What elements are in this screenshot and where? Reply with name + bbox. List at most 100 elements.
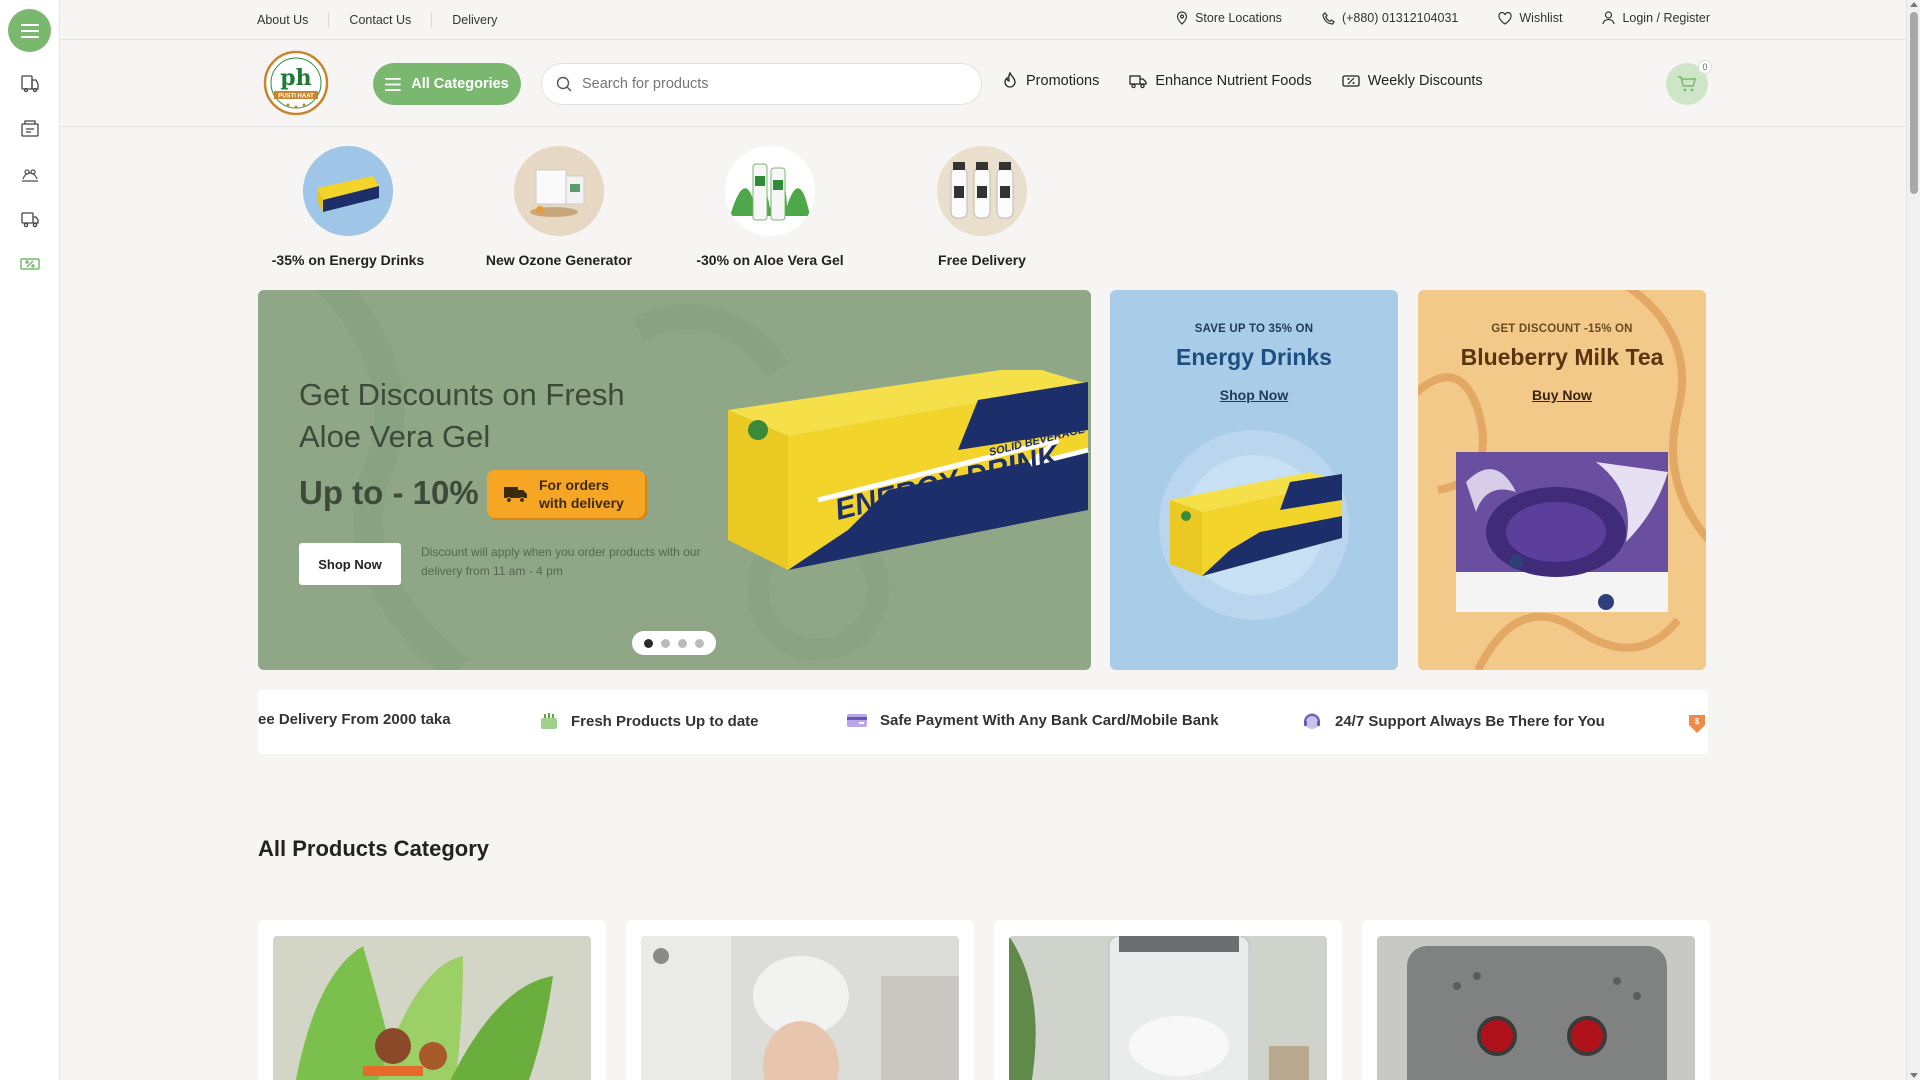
product-category-card-3[interactable] [994,920,1342,1080]
category-ozone-generator-image [514,146,604,236]
hero-banner: Get Discounts on Fresh Aloe Vera Gel Up … [258,290,1091,670]
contact-us-link[interactable]: Contact Us [329,12,433,28]
nav-promotions-label: Promotions [1026,72,1100,89]
category-free-delivery-image [937,146,1027,236]
promo-blueberry-image [1456,452,1668,612]
top-right-links: Store Locations (+880) 01312104031 Wishl… [1176,11,1710,25]
category-energy-drinks-label: -35% on Energy Drinks [271,252,425,268]
feature-discount-tag: $ [1686,711,1708,735]
promo-blueberry-title: Blueberry Milk Tea [1460,344,1664,370]
delivery-truck-icon [1129,75,1147,89]
nav-enhance-nutrient-foods[interactable]: Enhance Nutrient Foods [1129,72,1312,89]
flame-icon [1004,72,1016,88]
product-category-card-2[interactable] [626,920,974,1080]
site-logo[interactable]: ph PUSTI HAAT [260,47,332,119]
product-category-card-1[interactable] [258,920,606,1080]
category-free-delivery-label: Free Delivery [938,252,1026,268]
category-aloe-vera-gel[interactable]: -30% on Aloe Vera Gel [670,146,870,268]
fresh-basket-icon [541,713,557,729]
feature-safe-payment: Safe Payment With Any Bank Card/Mobile B… [846,711,1219,729]
feature-free-delivery: ee Delivery From 2000 taka [258,711,451,728]
wishlist-label: Wishlist [1519,11,1563,25]
hero-discount: Up to - 10% [299,474,479,511]
category-free-delivery[interactable]: Free Delivery [882,146,1082,268]
svg-text:$: $ [1695,717,1700,726]
category-energy-drinks[interactable]: -35% on Energy Drinks [248,146,448,268]
promo-energy-drinks-kicker: SAVE UP TO 35% ON [1194,323,1314,335]
slider-dot-1[interactable] [644,638,653,648]
search-box [541,63,982,105]
scrollbar-thumb[interactable] [1910,12,1918,194]
category-aloe-vera-gel-label: -30% on Aloe Vera Gel [696,252,844,268]
promo-blueberry-buy-now-link[interactable]: Buy Now [1532,387,1592,403]
login-register-link[interactable]: Login / Register [1602,11,1710,25]
hero-slider-dots [632,631,716,655]
features-strip: ee Delivery From 2000 taka Fresh Product… [258,690,1708,754]
rail-category-icon-1[interactable] [18,71,42,95]
search-input[interactable] [582,76,962,92]
hero-product-image: ENERGY DRINK SOLID BEVERAGE [728,370,1089,570]
hamburger-menu-button[interactable] [8,9,51,52]
svg-text:PUSTI HAAT: PUSTI HAAT [278,94,314,100]
product-category-card-4[interactable] [1362,920,1710,1080]
wishlist-link[interactable]: Wishlist [1498,11,1562,25]
login-register-label: Login / Register [1622,11,1710,25]
nav-weekly-discounts-label: Weekly Discounts [1367,72,1483,89]
ticket-icon [1342,74,1360,87]
promo-energy-drinks: SAVE UP TO 35% ON Energy Drinks Shop Now [1110,290,1398,670]
promo-blueberry-milk-tea: GET DISCOUNT -15% ON Blueberry Milk Tea … [1418,290,1706,670]
svg-text:ph: ph [280,65,311,91]
phone-link[interactable]: (+880) 01312104031 [1322,11,1458,25]
hero-shop-now-button[interactable]: Shop Now [299,543,401,585]
section-title-all-products-category: All Products Category [258,836,490,861]
scroll-up-arrow[interactable] [1910,2,1918,7]
feature-support: 24/7 Support Always Be There for You [1301,711,1605,731]
all-categories-button[interactable]: All Categories [373,63,521,105]
menu-lines-icon [385,77,402,91]
product-category-image-3 [1009,936,1327,1080]
truck-icon [504,487,527,503]
cart-icon [1678,76,1697,92]
page-scrollbar[interactable] [1906,0,1920,1080]
top-bar: About Us Contact Us Delivery Store Locat… [60,0,1906,40]
category-highlights: -35% on Energy Drinks New Ozone Generato… [0,146,1920,276]
search-icon [556,76,572,92]
hero-delivery-badge: For orders with delivery [487,470,645,518]
store-locations-label: Store Locations [1195,11,1282,25]
phone-label: (+880) 01312104031 [1341,11,1459,25]
product-category-image-2 [641,936,959,1080]
about-us-link[interactable]: About Us [257,12,330,28]
feature-fresh-products: Fresh Products Up to date [539,711,759,731]
nav-promotions[interactable]: Promotions [1002,72,1099,89]
category-ozone-generator[interactable]: New Ozone Generator [459,146,659,268]
slider-dot-3[interactable] [678,638,687,648]
scroll-down-arrow[interactable] [1910,1073,1918,1078]
card-icon [847,714,867,727]
user-icon [1602,11,1616,25]
feature-fresh-products-label: Fresh Products Up to date [571,712,759,730]
nav-weekly-discounts[interactable]: Weekly Discounts [1342,72,1483,89]
store-locations-link[interactable]: Store Locations [1176,11,1282,25]
nav-enhance-nutrient-foods-label: Enhance Nutrient Foods [1155,72,1312,89]
product-category-image-1 [273,936,591,1080]
main-header: ph PUSTI HAAT All Categories Promotions … [60,41,1906,127]
category-ozone-generator-label: New Ozone Generator [485,252,633,268]
feature-safe-payment-label: Safe Payment With Any Bank Card/Mobile B… [880,711,1219,729]
phone-icon [1322,11,1335,25]
top-links: About Us Contact Us Delivery [257,12,517,28]
slider-dot-2[interactable] [661,638,670,648]
category-energy-drinks-image [303,146,393,236]
product-category-image-4 [1377,936,1695,1080]
headset-icon [1304,713,1320,729]
heart-icon [1498,11,1512,25]
cart-count-badge: 0 [1698,60,1712,74]
all-categories-label: All Categories [411,76,509,92]
slider-dot-4[interactable] [695,638,704,648]
feature-free-delivery-label: ee Delivery From 2000 taka [258,711,451,728]
rail-category-icon-2[interactable] [18,117,42,141]
category-aloe-vera-gel-image [725,146,815,236]
discount-tag-icon: $ [1689,715,1705,733]
hamburger-icon [20,23,39,38]
promo-energy-drinks-shop-now-link[interactable]: Shop Now [1220,387,1288,403]
delivery-link[interactable]: Delivery [432,12,517,28]
